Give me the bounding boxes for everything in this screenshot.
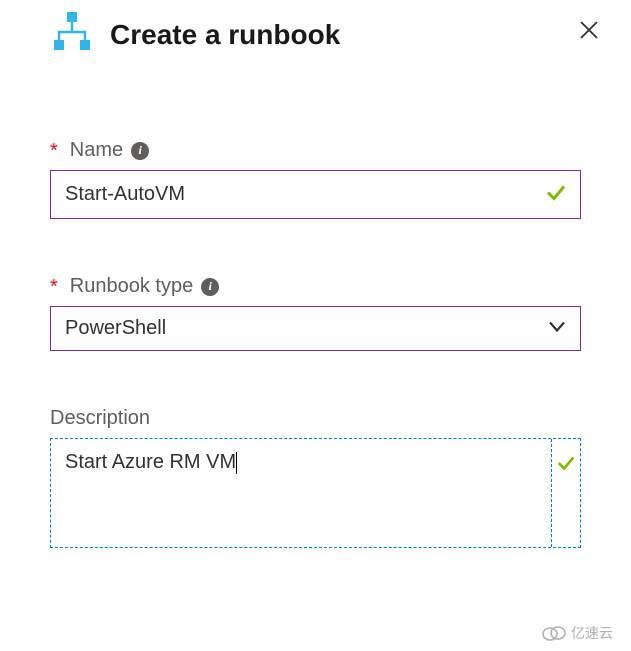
close-button[interactable] bbox=[575, 16, 603, 44]
runbook-icon bbox=[50, 10, 94, 59]
panel-title: Create a runbook bbox=[110, 19, 340, 51]
runbook-type-label-row: * Runbook type i bbox=[50, 275, 581, 298]
runbook-type-field-group: * Runbook type i PowerShell bbox=[50, 275, 581, 351]
close-icon bbox=[578, 19, 600, 41]
description-valid-indicator bbox=[552, 439, 580, 547]
watermark: 亿速云 bbox=[541, 623, 613, 643]
name-input[interactable] bbox=[50, 170, 581, 219]
required-indicator: * bbox=[50, 277, 58, 297]
runbook-type-select-wrap: PowerShell bbox=[50, 306, 581, 351]
description-field-group: Description Start Azure RM VM bbox=[50, 407, 581, 548]
watermark-text: 亿速云 bbox=[571, 623, 613, 643]
description-textarea-wrap: Start Azure RM VM bbox=[50, 438, 581, 548]
runbook-type-label: Runbook type bbox=[70, 275, 193, 298]
name-label: Name bbox=[70, 139, 123, 162]
watermark-icon bbox=[541, 625, 567, 641]
checkmark-icon bbox=[556, 453, 576, 473]
description-label-row: Description bbox=[50, 407, 581, 430]
info-icon[interactable]: i bbox=[201, 278, 219, 296]
name-input-wrap bbox=[50, 170, 581, 219]
description-textarea[interactable]: Start Azure RM VM bbox=[51, 439, 552, 547]
runbook-type-select[interactable]: PowerShell bbox=[50, 306, 581, 351]
name-field-group: * Name i bbox=[50, 139, 581, 219]
name-label-row: * Name i bbox=[50, 139, 581, 162]
required-indicator: * bbox=[50, 141, 58, 161]
description-label: Description bbox=[50, 407, 150, 430]
create-runbook-panel: Create a runbook * Name i * Runbook type… bbox=[0, 0, 631, 568]
runbook-type-value: PowerShell bbox=[65, 317, 166, 339]
text-caret bbox=[236, 452, 237, 474]
info-icon[interactable]: i bbox=[131, 142, 149, 160]
panel-header: Create a runbook bbox=[50, 10, 581, 59]
